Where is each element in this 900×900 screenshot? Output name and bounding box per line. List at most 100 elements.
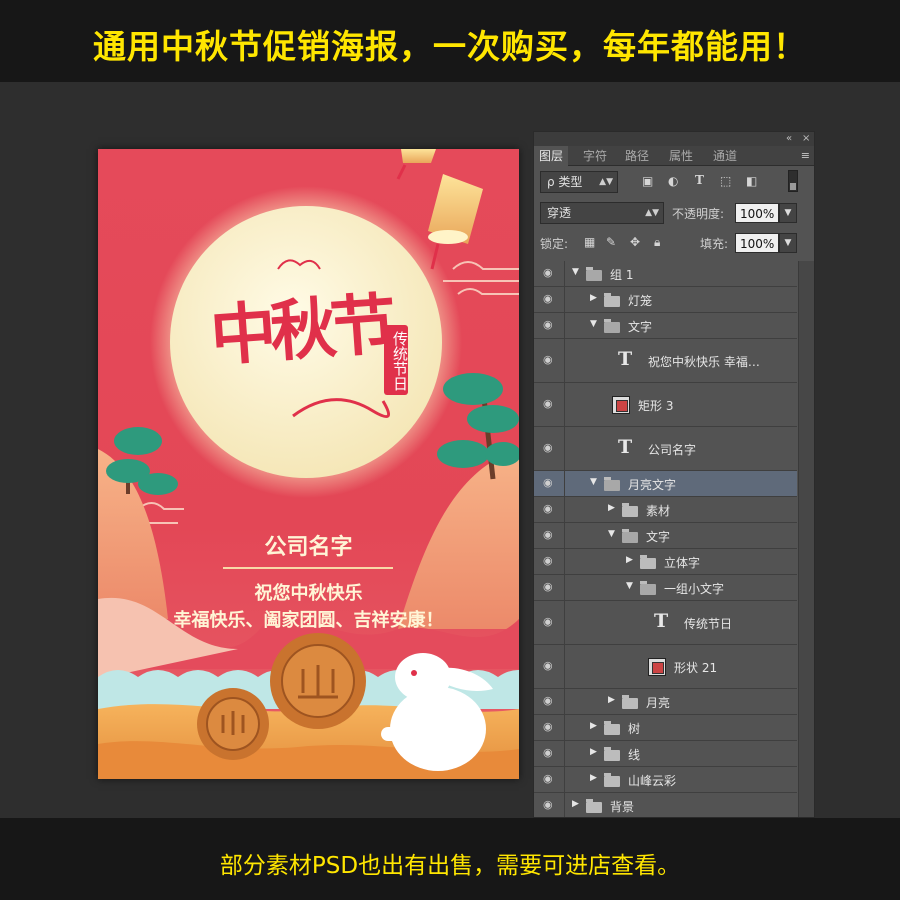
layer-row[interactable]: ◉ T 祝您中秋快乐 幸福…: [534, 339, 797, 383]
collapsed-arrow-icon[interactable]: ▶: [590, 721, 597, 731]
collapsed-arrow-icon[interactable]: ▶: [608, 503, 615, 513]
layer-row[interactable]: ◉ T 公司名字: [534, 427, 797, 471]
sky-lantern: [428, 174, 483, 270]
layer-row[interactable]: ◉ ▶ 素材: [534, 497, 797, 523]
layer-name: 文字: [628, 320, 653, 334]
image-filter-icon[interactable]: ▣: [642, 174, 653, 188]
layer-name: 月亮文字: [628, 478, 677, 492]
tab-paths[interactable]: 路径: [620, 146, 654, 166]
lock-transparent-icon[interactable]: ▦: [584, 235, 595, 249]
visibility-toggle[interactable]: ◉: [534, 339, 565, 382]
layer-row[interactable]: ◉ ▶ 背景: [534, 793, 797, 817]
tab-channels[interactable]: 通道: [708, 146, 742, 166]
visibility-toggle[interactable]: ◉: [534, 427, 565, 470]
opacity-input[interactable]: 100%: [735, 203, 779, 223]
expanded-arrow-icon[interactable]: ▼: [590, 319, 597, 329]
layer-row[interactable]: ◉ ▶ 月亮: [534, 689, 797, 715]
company-name: 公司名字: [264, 535, 353, 560]
layer-row[interactable]: ◉ ▶ 树: [534, 715, 797, 741]
fill-label: 填充:: [700, 237, 729, 251]
layer-row[interactable]: ◉ ▼ 一组小文字: [534, 575, 797, 601]
dropdown-arrow-icon: ▲▼: [599, 177, 613, 187]
layer-row[interactable]: ◉ ▶ 灯笼: [534, 287, 797, 313]
visibility-toggle[interactable]: ◉: [534, 261, 565, 286]
filter-kind-label: ρ 类型: [547, 175, 583, 189]
eye-icon: ◉: [543, 397, 553, 410]
lock-image-icon[interactable]: ✎: [606, 235, 616, 249]
layer-row[interactable]: ◉ ▶ 山峰云彩: [534, 767, 797, 793]
folder-icon: [604, 319, 620, 333]
visibility-toggle[interactable]: ◉: [534, 689, 565, 714]
layer-row[interactable]: ◉ ▼ 组 1: [534, 261, 797, 287]
collapsed-arrow-icon[interactable]: ▶: [608, 695, 615, 705]
tab-layers[interactable]: 图层: [534, 146, 569, 166]
collapsed-arrow-icon[interactable]: ▶: [626, 555, 633, 565]
blessing-line-2: 幸福快乐、阖家团圆、吉祥安康！: [173, 610, 444, 631]
blend-mode-dropdown[interactable]: 穿透 ▲▼: [540, 202, 664, 224]
eye-icon: ◉: [543, 476, 553, 489]
visibility-toggle[interactable]: ◉: [534, 549, 565, 574]
visibility-toggle[interactable]: ◉: [534, 383, 565, 426]
eye-icon: ◉: [543, 353, 553, 366]
collapsed-arrow-icon[interactable]: ▶: [590, 747, 597, 757]
lock-all-icon[interactable]: 🔒︎: [654, 235, 660, 250]
pine-tree-right: [437, 373, 519, 480]
adjustment-filter-icon[interactable]: ◐: [668, 174, 678, 188]
expanded-arrow-icon[interactable]: ▼: [590, 477, 597, 487]
top-banner: 通用中秋节促销海报，一次购买，每年都能用！: [0, 0, 900, 82]
visibility-toggle[interactable]: ◉: [534, 575, 565, 600]
layer-row[interactable]: ◉ 矩形 3: [534, 383, 797, 427]
seal-text: 传统节日: [384, 325, 409, 395]
eye-icon: ◉: [543, 746, 553, 759]
mooncake-small: [197, 688, 269, 760]
expanded-arrow-icon[interactable]: ▼: [626, 581, 633, 591]
collapsed-arrow-icon[interactable]: ▶: [590, 293, 597, 303]
shape-filter-icon[interactable]: ⬚: [720, 174, 731, 188]
layer-name: 立体字: [664, 556, 701, 570]
text-layer-icon: T: [654, 610, 669, 632]
panel-menu-icon[interactable]: ≡: [801, 146, 810, 166]
expanded-arrow-icon[interactable]: ▼: [572, 267, 579, 277]
layer-row[interactable]: ◉ T 传统节日: [534, 601, 797, 645]
tab-properties[interactable]: 属性: [664, 146, 698, 166]
collapse-icon[interactable]: «: [786, 132, 792, 146]
poster-preview: 中秋节 传统节日 公司名字 祝您中秋快乐 幸福快乐、阖家团圆、吉祥安康！: [98, 149, 519, 779]
tab-character[interactable]: 字符: [578, 146, 612, 166]
layer-row[interactable]: ◉ ▼ 月亮文字: [534, 471, 797, 497]
type-filter-icon[interactable]: T: [695, 173, 704, 187]
visibility-toggle[interactable]: ◉: [534, 471, 565, 496]
fill-arrow-icon[interactable]: ▼: [779, 233, 797, 253]
visibility-toggle[interactable]: ◉: [534, 741, 565, 766]
blessing-line-1: 祝您中秋快乐: [254, 583, 363, 604]
close-icon[interactable]: ×: [802, 132, 810, 146]
filter-kind-dropdown[interactable]: ρ 类型 ▲▼: [540, 171, 618, 193]
folder-icon: [640, 581, 656, 595]
layer-row[interactable]: ◉ ▶ 立体字: [534, 549, 797, 575]
visibility-toggle[interactable]: ◉: [534, 287, 565, 312]
layer-row[interactable]: ◉ ▼ 文字: [534, 313, 797, 339]
layer-row[interactable]: ◉ 形状 21: [534, 645, 797, 689]
collapsed-arrow-icon[interactable]: ▶: [572, 799, 579, 809]
layer-row[interactable]: ◉ ▶ 线: [534, 741, 797, 767]
visibility-toggle[interactable]: ◉: [534, 523, 565, 548]
expanded-arrow-icon[interactable]: ▼: [608, 529, 615, 539]
fill-input[interactable]: 100%: [735, 233, 779, 253]
smart-object-filter-icon[interactable]: ◧: [746, 174, 757, 188]
poster-illustration: [98, 149, 519, 779]
visibility-toggle[interactable]: ◉: [534, 601, 565, 644]
eye-icon: ◉: [543, 615, 553, 628]
layer-name: 树: [628, 722, 641, 736]
visibility-toggle[interactable]: ◉: [534, 313, 565, 338]
visibility-toggle[interactable]: ◉: [534, 645, 565, 688]
lock-position-icon[interactable]: ✥: [630, 235, 640, 249]
visibility-toggle[interactable]: ◉: [534, 715, 565, 740]
visibility-toggle[interactable]: ◉: [534, 497, 565, 522]
eye-icon: ◉: [543, 720, 553, 733]
filter-toggle-switch[interactable]: [788, 170, 798, 192]
visibility-toggle[interactable]: ◉: [534, 767, 565, 792]
layer-row[interactable]: ◉ ▼ 文字: [534, 523, 797, 549]
collapsed-arrow-icon[interactable]: ▶: [590, 773, 597, 783]
visibility-toggle[interactable]: ◉: [534, 793, 565, 817]
opacity-arrow-icon[interactable]: ▼: [779, 203, 797, 223]
layers-scrollbar[interactable]: [798, 261, 814, 817]
